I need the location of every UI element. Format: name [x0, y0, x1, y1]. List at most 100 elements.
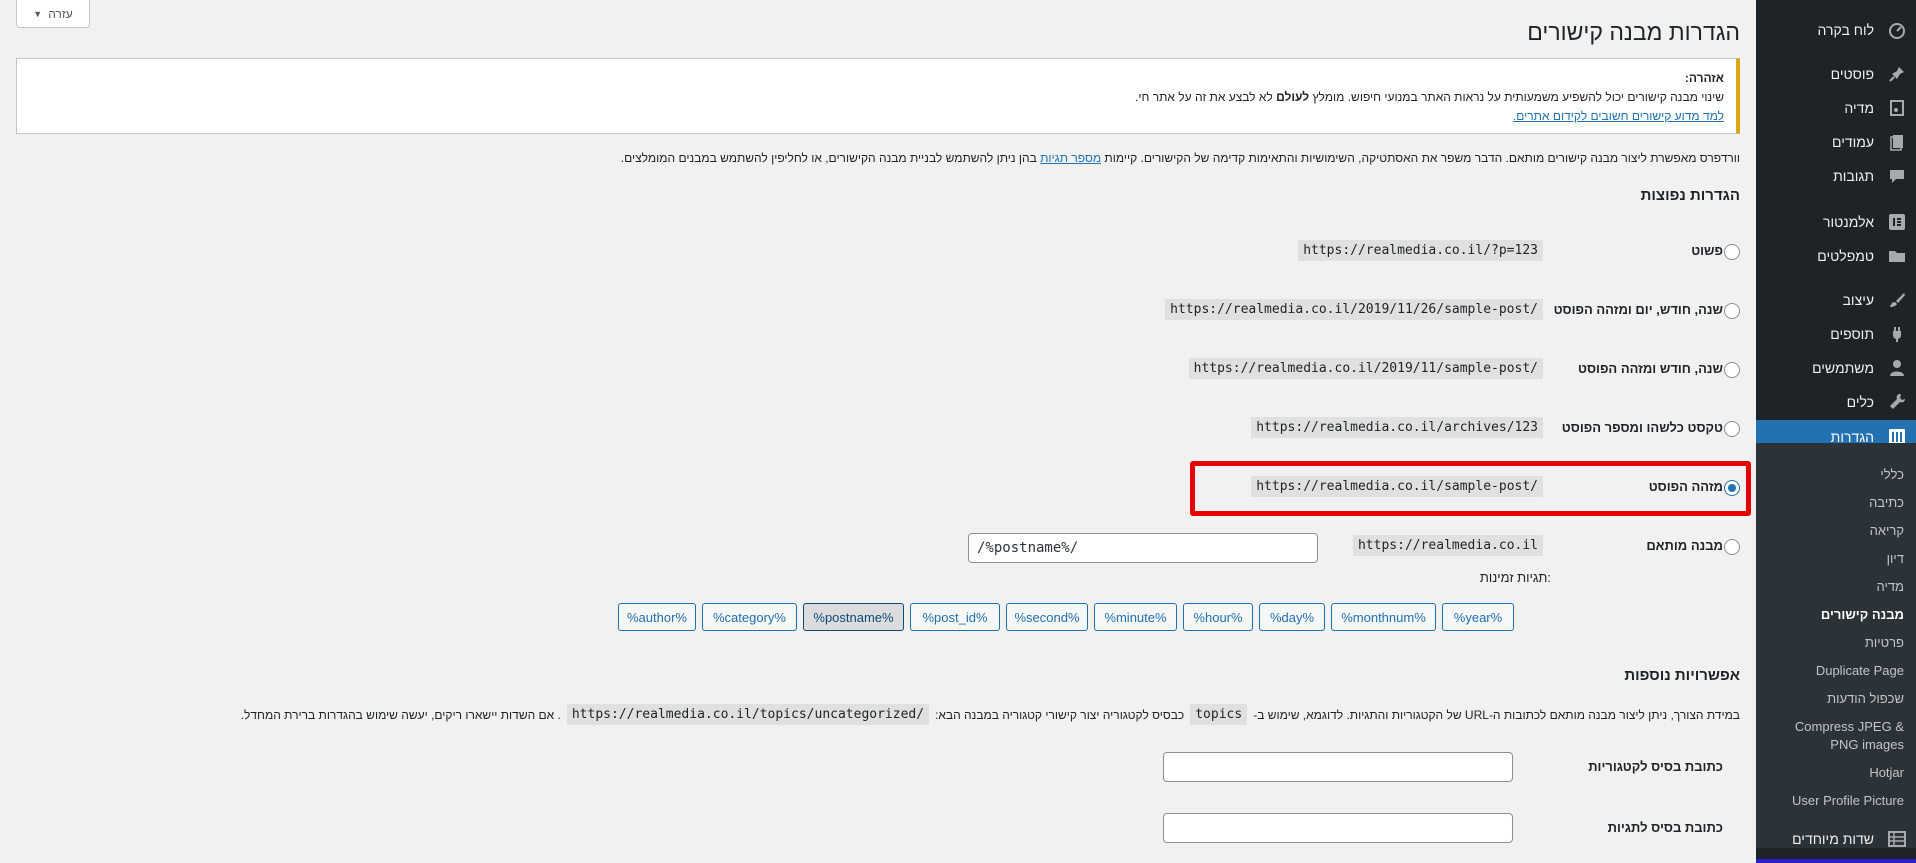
desc-part: כבסיס לקטגוריה יצור קישורי קטגוריה במבנה…	[935, 707, 1185, 722]
menu-posts[interactable]: פוסטים	[1756, 57, 1916, 91]
desc-part: . אם השדות יישארו ריקים, יעשה שימוש בהגד…	[240, 707, 561, 722]
menu-label: טמפלטים	[1817, 248, 1874, 264]
menu-templates[interactable]: טמפלטים	[1756, 239, 1916, 273]
menu-media[interactable]: מדיה	[1756, 91, 1916, 125]
category-base-input[interactable]	[1163, 752, 1513, 782]
brush-icon	[1888, 291, 1906, 309]
menu-users[interactable]: משתמשים	[1756, 351, 1916, 385]
submenu-permalinks[interactable]: מבנה קישורים	[1756, 606, 1916, 624]
menu-label: תגובות	[1833, 168, 1874, 184]
submenu-user-profile-picture[interactable]: User Profile Picture	[1756, 792, 1916, 810]
option-label: פשוט	[1691, 243, 1723, 258]
comments-icon	[1888, 167, 1906, 185]
notice-text-part: שינוי מבנה קישורים יכול להשפיע משמעותית …	[1312, 90, 1725, 104]
menu-comments[interactable]: תגובות	[1756, 159, 1916, 193]
wrench-icon	[1888, 393, 1906, 411]
submenu-media[interactable]: מדיה	[1756, 578, 1916, 596]
radio-plain[interactable]	[1724, 244, 1740, 260]
desc-part: במידת הצורך, ניתן ליצור מבנה מותאם לכתוב…	[1253, 707, 1740, 722]
intro-part: וורדפרס מאפשרת ליצור מבנה קישורים מותאם.…	[1104, 151, 1740, 165]
notice-bold-word: לעולם	[1276, 90, 1310, 104]
desc-code-topics: topics	[1190, 704, 1248, 725]
menu-label: עיצוב	[1842, 292, 1874, 308]
menu-label: תוספים	[1830, 326, 1874, 342]
tag-button-second[interactable]: %second%	[1006, 603, 1088, 631]
submenu-hotjar[interactable]: Hotjar	[1756, 764, 1916, 782]
option-label: שנה, חודש, יום ומזהה הפוסט	[1553, 302, 1723, 317]
tag-button-monthnum[interactable]: %monthnum%	[1331, 603, 1436, 631]
submenu-duplicate-page[interactable]: Duplicate Page	[1756, 662, 1916, 680]
submenu-general[interactable]: כללי	[1756, 466, 1916, 484]
menu-plugins[interactable]: תוספים	[1756, 317, 1916, 351]
tags-link[interactable]: מספר תגיות	[1040, 151, 1101, 165]
notice-title: אזהרה:	[1684, 71, 1724, 85]
admin-sidebar: לוח בקרה פוסטים מדיה עמודים תגובות אלמנט…	[1748, 0, 1916, 863]
caret-down-icon: ▼	[33, 8, 43, 19]
menu-label: לוח בקרה	[1817, 22, 1874, 38]
menu-custom-fields[interactable]: שדות מיוחדים	[1756, 822, 1916, 856]
menu-pages[interactable]: עמודים	[1756, 125, 1916, 159]
option-label: שנה, חודש ומזהה הפוסט	[1578, 361, 1723, 376]
radio-numeric[interactable]	[1724, 421, 1740, 437]
help-label: עזרה	[48, 6, 73, 21]
menu-label: משתמשים	[1812, 360, 1874, 376]
tag-base-label: כתובת בסיס לתגיות	[1607, 820, 1723, 835]
media-icon	[1888, 99, 1906, 117]
desc-code-url: https://realmedia.co.il/topics/uncategor…	[566, 704, 930, 725]
tag-button-hour[interactable]: %hour%	[1183, 603, 1253, 631]
submenu-discussion[interactable]: דיון	[1756, 550, 1916, 568]
custom-prefix: https://realmedia.co.il	[1352, 535, 1543, 556]
submenu-writing[interactable]: כתיבה	[1756, 494, 1916, 512]
submenu-privacy[interactable]: פרטיות	[1756, 634, 1916, 652]
tag-button-day[interactable]: %day%	[1259, 603, 1325, 631]
page-title: הגדרות מבנה קישורים	[1527, 19, 1740, 45]
submenu-label-line2: PNG images	[1830, 737, 1904, 752]
menu-dashboard[interactable]: לוח בקרה	[1756, 13, 1916, 47]
menu-elementor[interactable]: אלמנטור	[1756, 205, 1916, 239]
bottom-stripe	[1756, 859, 1916, 863]
settings-submenu: כללי כתיבה קריאה דיון מדיה מבנה קישורים …	[1756, 443, 1916, 848]
pages-icon	[1888, 133, 1906, 151]
radio-month-and-name[interactable]	[1724, 362, 1740, 378]
optional-heading: אפשרויות נוספות	[1624, 667, 1740, 684]
notice-text-part: לא לבצע את זה על אתר חי.	[1135, 90, 1273, 104]
menu-appearance[interactable]: עיצוב	[1756, 283, 1916, 317]
plugin-icon	[1888, 325, 1906, 343]
intro-text: וורדפרס מאפשרת ליצור מבנה קישורים מותאם.…	[621, 151, 1740, 165]
available-tags-label: תגיות זמינות:	[1479, 570, 1551, 585]
tag-button-author[interactable]: %author%	[618, 603, 696, 631]
radio-day-and-name[interactable]	[1724, 303, 1740, 319]
notice-text: שינוי מבנה קישורים יכול להשפיע משמעותית …	[29, 88, 1724, 107]
menu-label: כלים	[1846, 394, 1874, 410]
category-base-label: כתובת בסיס לקטגוריות	[1588, 759, 1723, 774]
menu-tools[interactable]: כלים	[1756, 385, 1916, 419]
menu-label: שדות מיוחדים	[1792, 831, 1874, 847]
seo-learn-more-link[interactable]: למד מדוע קישורים חשובים לקידום אתרים.	[1513, 109, 1724, 123]
submenu-reading[interactable]: קריאה	[1756, 522, 1916, 540]
submenu-compress-images[interactable]: Compress JPEG & PNG images	[1756, 718, 1916, 754]
help-tab-button[interactable]: ▼ עזרה	[16, 0, 90, 28]
tag-button-postname[interactable]: %postname%	[803, 603, 904, 631]
tag-base-input[interactable]	[1163, 813, 1513, 843]
elementor-icon	[1888, 213, 1906, 231]
radio-custom-structure[interactable]	[1724, 539, 1740, 555]
intro-part: בהן ניתן להשתמש לבניית מבנה הקישורים, או…	[620, 151, 1037, 165]
example-url: https://realmedia.co.il/2019/11/sample-p…	[1188, 358, 1543, 379]
grid-icon	[1888, 830, 1906, 848]
main-content: ▼ עזרה הגדרות מבנה קישורים אזהרה: שינוי …	[0, 0, 1756, 863]
option-label: מבנה מותאם	[1646, 538, 1723, 553]
submenu-duplicate-posts[interactable]: שכפול הודעות	[1756, 690, 1916, 708]
pin-icon	[1888, 65, 1906, 83]
dashboard-icon	[1888, 21, 1906, 39]
example-url: https://realmedia.co.il/?p=123	[1298, 240, 1543, 261]
tag-button-category[interactable]: %category%	[702, 603, 797, 631]
tag-button-minute[interactable]: %minute%	[1094, 603, 1177, 631]
highlight-box	[1190, 461, 1751, 516]
example-url: https://realmedia.co.il/2019/11/26/sampl…	[1165, 299, 1543, 320]
example-url: https://realmedia.co.il/archives/123	[1251, 417, 1543, 438]
custom-structure-input[interactable]: /%postname%/	[968, 533, 1318, 563]
menu-label: אלמנטור	[1823, 214, 1874, 230]
tag-button-post-id[interactable]: %post_id%	[910, 603, 1000, 631]
tag-button-year[interactable]: %year%	[1442, 603, 1514, 631]
users-icon	[1888, 359, 1906, 377]
